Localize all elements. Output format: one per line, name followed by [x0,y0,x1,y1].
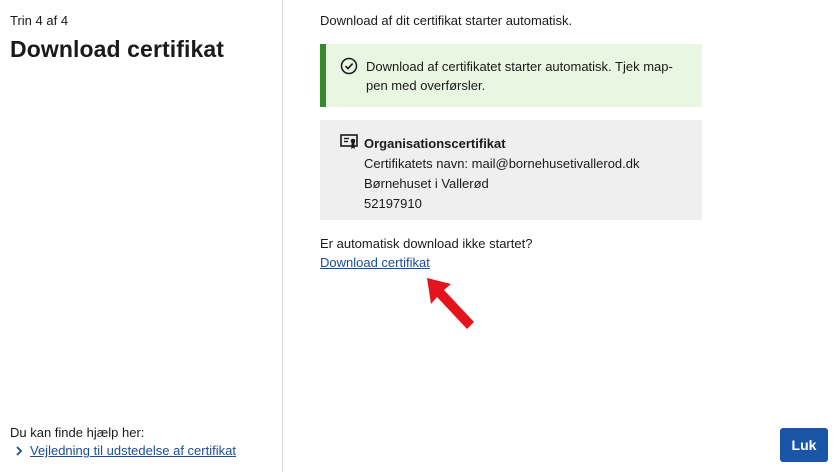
certificate-organization: Børnehuset i Vallerød [364,176,489,191]
help-guide-link-label: Vejledning til udstedelse af certifikat [30,443,236,458]
intro-text: Download af dit certifikat starter autom… [320,13,573,28]
certificate-type: Organisationscertifikat [364,136,506,151]
page-title: Download certifikat [10,36,225,62]
certificate-icon [340,134,358,149]
red-arrow-icon [427,278,474,329]
success-message: Download af certifikatet starter automat… [366,59,673,93]
certificate-number: 52197910 [364,196,422,211]
close-button[interactable]: Luk [780,428,828,462]
download-retry-question: Er automatisk download ikke startet? [320,236,533,251]
certificate-info-card: Organisationscertifikat Certifikatets na… [320,120,702,220]
help-heading: Du kan finde hjælp her: [10,425,145,440]
check-circle-icon [340,57,358,75]
certificate-name: Certifikatets navn: mail@bornehusetivall… [364,156,640,171]
left-pane: Trin 4 af 4 Download certifikat Du kan f… [0,0,283,472]
step-indicator: Trin 4 af 4 [10,13,69,28]
success-notification: Download af certifikatet starter automat… [320,44,702,107]
chevron-right-icon [16,445,23,456]
help-guide-link[interactable]: Vejledning til udstedelse af certifikat [14,443,236,458]
download-certificate-link[interactable]: Download certifikat [320,255,430,270]
